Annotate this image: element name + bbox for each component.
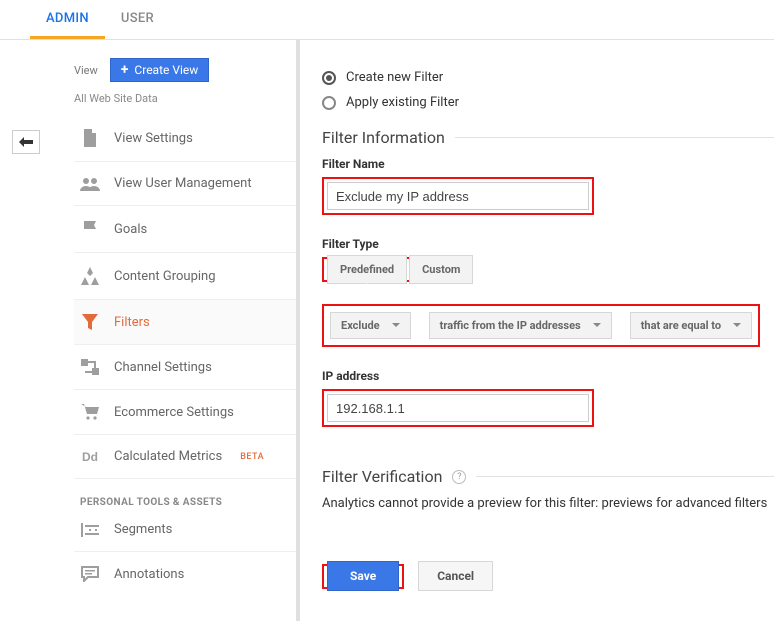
grouping-icon	[80, 267, 100, 285]
sidebar-item-segments[interactable]: Segments	[74, 508, 296, 552]
sidebar-item-label: View User Management	[114, 176, 252, 191]
dropdown-label: that are equal to	[641, 319, 721, 332]
highlight-box: Predefined	[322, 257, 412, 282]
sidebar-item-ecommerce-settings[interactable]: Ecommerce Settings	[74, 390, 296, 435]
sidebar-item-filters[interactable]: Filters	[74, 300, 296, 345]
create-view-label: Create View	[134, 63, 198, 77]
sidebar-item-goals[interactable]: Goals	[74, 206, 296, 253]
ip-address-label: IP address	[322, 369, 774, 383]
highlight-box	[322, 389, 594, 427]
users-icon	[80, 177, 100, 191]
highlight-box: Exclude traffic from the IP addresses th…	[322, 304, 760, 347]
tab-user[interactable]: USER	[105, 1, 170, 39]
filter-type-predefined[interactable]: Predefined	[327, 255, 407, 284]
dropdown-expression[interactable]: that are equal to	[630, 312, 752, 339]
filter-type-custom[interactable]: Custom	[409, 255, 473, 284]
filter-name-input[interactable]	[327, 182, 589, 210]
main-content: Create new Filter Apply existing Filter …	[300, 40, 774, 621]
sidebar-item-label: Calculated Metrics	[114, 449, 222, 464]
sidebar-item-view-settings[interactable]: View Settings	[74, 115, 296, 162]
back-arrow-icon	[19, 137, 33, 147]
sidebar-item-label: View Settings	[114, 131, 193, 146]
plus-icon: +	[121, 63, 129, 77]
top-tabs: ADMIN USER	[0, 0, 774, 40]
view-name[interactable]: All Web Site Data	[74, 92, 296, 105]
channel-icon	[80, 359, 100, 375]
segments-icon	[80, 523, 100, 537]
back-column	[0, 40, 40, 621]
sidebar-item-user-management[interactable]: View User Management	[74, 162, 296, 206]
help-icon[interactable]: ?	[452, 470, 466, 484]
divider	[455, 137, 774, 138]
flag-icon	[80, 220, 100, 238]
beta-badge: BETA	[240, 452, 264, 462]
cart-icon	[80, 404, 100, 420]
filter-type-label: Filter Type	[322, 237, 774, 251]
dropdown-label: Exclude	[341, 319, 380, 332]
filter-icon	[80, 314, 100, 330]
sidebar-item-label: Filters	[114, 315, 150, 330]
view-label: View	[74, 64, 98, 77]
radio-apply-label: Apply existing Filter	[346, 95, 459, 110]
sidebar-item-label: Channel Settings	[114, 360, 212, 375]
dd-icon: Dd	[80, 450, 100, 464]
filter-verification-header: Filter Verification	[322, 467, 442, 486]
radio-apply-filter[interactable]	[322, 96, 336, 110]
dropdown-exclude[interactable]: Exclude	[330, 312, 411, 339]
filter-info-header: Filter Information	[322, 128, 445, 147]
sidebar-item-label: Content Grouping	[114, 269, 216, 284]
sidebar-item-label: Ecommerce Settings	[114, 405, 234, 420]
annotation-icon	[80, 566, 100, 582]
save-button[interactable]: Save	[327, 561, 399, 591]
sidebar-item-calculated-metrics[interactable]: Dd Calculated Metrics BETA	[74, 435, 296, 479]
tools-header: PERSONAL TOOLS & ASSETS	[80, 497, 296, 508]
filter-name-label: Filter Name	[322, 157, 774, 171]
radio-create-filter[interactable]	[322, 71, 336, 85]
radio-create-label: Create new Filter	[346, 70, 443, 85]
sidebar-item-content-grouping[interactable]: Content Grouping	[74, 253, 296, 300]
divider	[476, 476, 774, 477]
chevron-down-icon	[392, 323, 400, 331]
chevron-down-icon	[593, 323, 601, 331]
sidebar: View + Create View All Web Site Data Vie…	[40, 40, 300, 621]
sidebar-item-channel-settings[interactable]: Channel Settings	[74, 345, 296, 390]
create-view-button[interactable]: + Create View	[110, 58, 210, 82]
highlight-box	[322, 177, 594, 215]
dropdown-label: traffic from the IP addresses	[440, 319, 581, 332]
sidebar-item-label: Annotations	[114, 567, 184, 582]
cancel-button[interactable]: Cancel	[418, 561, 493, 591]
highlight-box: Save	[322, 564, 404, 589]
document-icon	[80, 129, 100, 147]
dropdown-traffic-source[interactable]: traffic from the IP addresses	[429, 312, 612, 339]
sidebar-item-label: Segments	[114, 522, 172, 537]
tab-admin[interactable]: ADMIN	[30, 1, 105, 39]
sidebar-item-label: Goals	[114, 222, 147, 237]
back-button[interactable]	[12, 130, 40, 154]
ip-address-input[interactable]	[327, 394, 589, 422]
verification-message: Analytics cannot provide a preview for t…	[322, 496, 774, 511]
sidebar-item-annotations[interactable]: Annotations	[74, 552, 296, 596]
chevron-down-icon	[733, 323, 741, 331]
